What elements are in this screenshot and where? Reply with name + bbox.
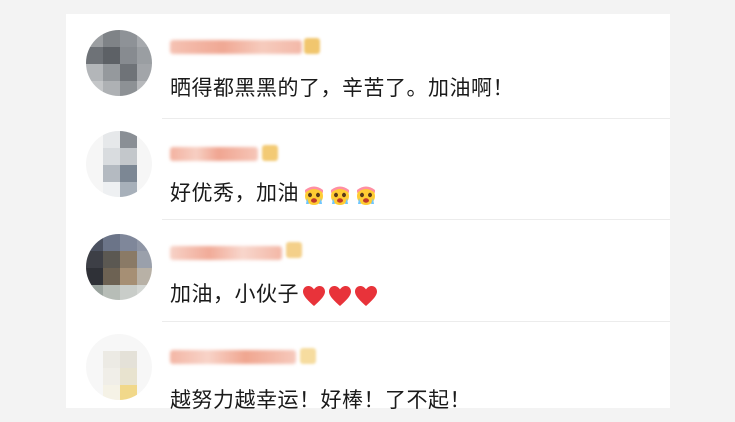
comment-item[interactable]: 加油，小伙子 <box>66 220 670 318</box>
red-heart-icon <box>329 285 351 306</box>
crying-face-icon <box>305 186 323 205</box>
comment-body: 越努力越幸运！好棒！了不起！ <box>170 388 471 412</box>
level-badge-icon <box>300 348 316 364</box>
username-blurred[interactable] <box>170 246 282 260</box>
username-blurred[interactable] <box>170 40 302 54</box>
comment-item[interactable]: 好优秀，加油 <box>66 119 670 217</box>
crying-face-icon <box>357 186 375 205</box>
comment-text: 好优秀，加油 <box>170 177 379 207</box>
red-heart-icon <box>355 285 377 306</box>
avatar[interactable] <box>86 131 152 197</box>
avatar[interactable] <box>86 30 152 96</box>
comment-body: 晒得都黑黑的了，辛苦了。加油啊！ <box>170 76 514 100</box>
comment-body: 加油，小伙子 <box>170 282 299 306</box>
comment-item[interactable]: 晒得都黑黑的了，辛苦了。加油啊！ <box>66 14 670 112</box>
crying-face-icon <box>331 186 349 205</box>
avatar[interactable] <box>86 234 152 300</box>
avatar[interactable] <box>86 334 152 400</box>
red-heart-icon <box>303 285 325 306</box>
comment-item[interactable]: 越努力越幸运！好棒！了不起！ <box>66 322 670 412</box>
emoji-row <box>301 182 379 206</box>
level-badge-icon <box>304 38 320 54</box>
emoji-row <box>301 283 379 308</box>
username-blurred[interactable] <box>170 147 258 161</box>
level-badge-icon <box>286 242 302 258</box>
username-blurred[interactable] <box>170 350 296 364</box>
comment-text: 越努力越幸运！好棒！了不起！ <box>170 384 471 414</box>
comment-body: 好优秀，加油 <box>170 181 299 205</box>
comment-list: 晒得都黑黑的了，辛苦了。加油啊！ 好优秀，加油 加油，小伙子 越努力越幸运！好棒… <box>66 14 670 412</box>
level-badge-icon <box>262 145 278 161</box>
comment-text: 加油，小伙子 <box>170 278 379 308</box>
comment-text: 晒得都黑黑的了，辛苦了。加油啊！ <box>170 72 514 102</box>
